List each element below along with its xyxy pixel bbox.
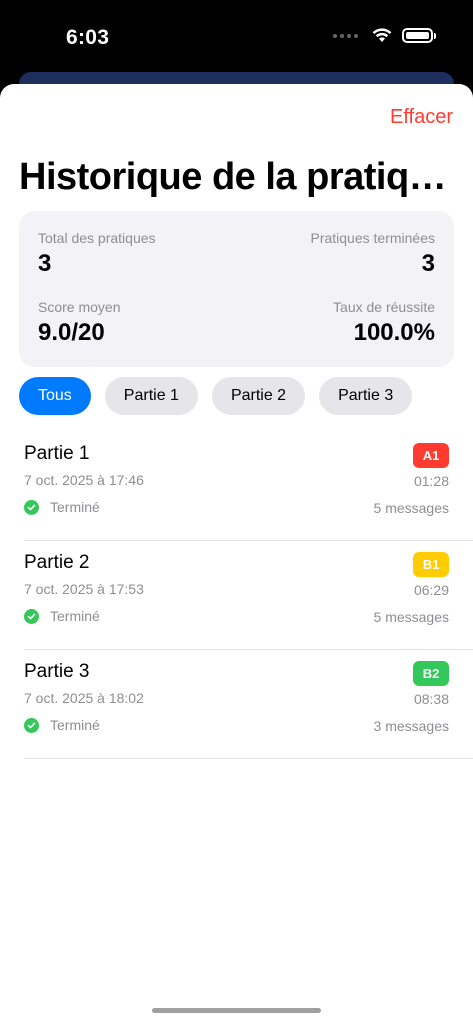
session-status-text: Terminé bbox=[50, 608, 100, 624]
filter-all-chip[interactable]: Tous bbox=[19, 377, 91, 415]
session-row[interactable]: Partie 2 7 oct. 2025 à 17:53 Terminé B1 … bbox=[24, 541, 473, 650]
wifi-icon bbox=[372, 28, 392, 43]
clear-button[interactable]: Effacer bbox=[390, 106, 453, 129]
filter-part3-chip[interactable]: Partie 3 bbox=[319, 377, 413, 415]
session-status-text: Terminé bbox=[50, 717, 100, 733]
checkmark-icon bbox=[24, 499, 39, 515]
stat-success-rate: Taux de réussite 100.0% bbox=[333, 299, 435, 347]
filter-part2-chip[interactable]: Partie 2 bbox=[211, 377, 306, 415]
session-date: 7 oct. 2025 à 18:02 bbox=[24, 690, 144, 706]
session-duration: 08:38 bbox=[413, 691, 449, 707]
session-message-count: 5 messages bbox=[373, 609, 449, 625]
status-bar: 6:03 bbox=[0, 0, 473, 80]
session-title: Partie 1 bbox=[24, 443, 90, 464]
stat-total-value: 3 bbox=[38, 250, 52, 277]
session-title: Partie 3 bbox=[24, 661, 90, 682]
stat-completed-label: Pratiques terminées bbox=[310, 230, 435, 246]
level-badge: A1 bbox=[413, 443, 449, 468]
stat-completed-value: 3 bbox=[421, 250, 435, 277]
stat-average-score-value: 9.0/20 bbox=[38, 319, 105, 346]
session-status: Terminé bbox=[24, 717, 100, 733]
checkmark-icon bbox=[24, 717, 39, 733]
level-badge: B2 bbox=[413, 661, 449, 686]
session-duration: 06:29 bbox=[413, 582, 449, 598]
session-message-count: 5 messages bbox=[373, 500, 449, 516]
signal-dots-icon bbox=[333, 33, 358, 38]
session-date: 7 oct. 2025 à 17:46 bbox=[24, 472, 144, 488]
session-status: Terminé bbox=[24, 608, 100, 624]
filter-chips: Tous Partie 1 Partie 2 Partie 3 bbox=[19, 377, 413, 415]
stat-completed: Pratiques terminées 3 bbox=[310, 230, 435, 278]
filter-part1-chip[interactable]: Partie 1 bbox=[104, 377, 198, 415]
session-row[interactable]: Partie 3 7 oct. 2025 à 18:02 Terminé B2 … bbox=[24, 650, 473, 759]
checkmark-icon bbox=[24, 608, 39, 624]
stat-average-score: Score moyen 9.0/20 bbox=[38, 299, 120, 347]
session-list: Partie 1 7 oct. 2025 à 17:46 Terminé A1 … bbox=[24, 432, 473, 759]
session-title: Partie 2 bbox=[24, 552, 90, 573]
stat-total-label: Total des pratiques bbox=[38, 230, 156, 246]
session-status: Terminé bbox=[24, 499, 100, 515]
session-row[interactable]: Partie 1 7 oct. 2025 à 17:46 Terminé A1 … bbox=[24, 432, 473, 541]
battery-icon bbox=[402, 28, 436, 43]
history-sheet: Effacer Historique de la pratiq… Total d… bbox=[0, 84, 473, 1024]
session-duration: 01:28 bbox=[413, 473, 449, 489]
status-time: 6:03 bbox=[66, 26, 110, 49]
session-message-count: 3 messages bbox=[373, 718, 449, 734]
stat-total: Total des pratiques 3 bbox=[38, 230, 156, 278]
stat-success-rate-label: Taux de réussite bbox=[333, 299, 435, 315]
session-date: 7 oct. 2025 à 17:53 bbox=[24, 581, 144, 597]
stats-card: Total des pratiques 3 Pratiques terminée… bbox=[19, 211, 454, 367]
stat-average-score-label: Score moyen bbox=[38, 299, 121, 315]
home-indicator bbox=[152, 1008, 321, 1013]
status-icons bbox=[333, 28, 436, 43]
level-badge: B1 bbox=[413, 552, 449, 577]
page-title: Historique de la pratiq… bbox=[19, 156, 447, 198]
session-status-text: Terminé bbox=[50, 499, 100, 515]
stat-success-rate-value: 100.0% bbox=[353, 319, 435, 346]
